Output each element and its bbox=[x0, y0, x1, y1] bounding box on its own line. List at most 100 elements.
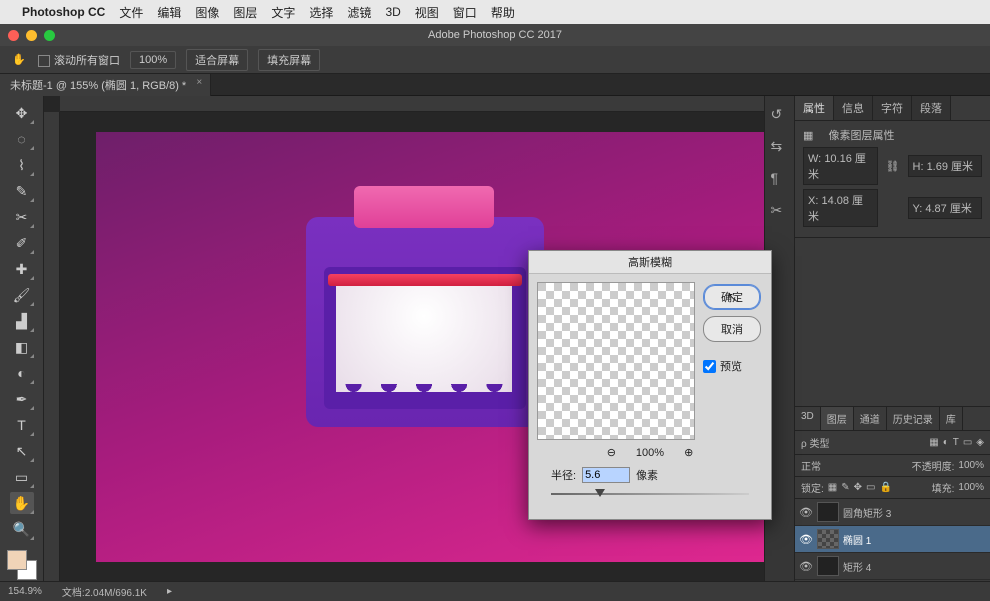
tab-3d[interactable]: 3D bbox=[795, 407, 821, 430]
menu-3d[interactable]: 3D bbox=[385, 5, 400, 19]
close-tab-icon[interactable]: × bbox=[196, 77, 202, 88]
lasso-tool[interactable]: ⌇ bbox=[10, 154, 34, 176]
right-panels: 属性 信息 字符 段落 ▦ 像素图层属性 W: 10.16 厘米 ⛓ H: 1.… bbox=[794, 96, 990, 601]
close-window-icon[interactable] bbox=[8, 30, 19, 41]
tab-layers[interactable]: 图层 bbox=[821, 407, 854, 430]
history-icon[interactable]: ↺ bbox=[771, 106, 789, 124]
y-field[interactable]: Y: 4.87 厘米 bbox=[908, 197, 983, 219]
hand-tool[interactable]: ✋ bbox=[10, 492, 34, 514]
fill-screen-button[interactable]: 填充屏幕 bbox=[258, 49, 320, 71]
foreground-color[interactable] bbox=[7, 550, 27, 570]
path-tool[interactable]: ↖ bbox=[10, 440, 34, 462]
brush-tool[interactable]: 🖌 bbox=[10, 284, 34, 306]
blend-mode-select[interactable]: 正常 bbox=[801, 458, 821, 473]
layer-row[interactable]: 👁矩形 4 bbox=[795, 553, 990, 580]
lock-paint-icon[interactable]: ✎ bbox=[841, 482, 849, 493]
fit-screen-button[interactable]: 适合屏幕 bbox=[186, 49, 248, 71]
app-name[interactable]: Photoshop CC bbox=[22, 5, 105, 19]
tab-channels[interactable]: 通道 bbox=[854, 407, 887, 430]
blur-preview[interactable] bbox=[537, 282, 695, 440]
zoom-out-icon[interactable]: ⊖ bbox=[607, 446, 616, 459]
visibility-icon[interactable]: 👁 bbox=[799, 533, 813, 546]
menu-edit[interactable]: 编辑 bbox=[157, 4, 181, 21]
lock-label: 锁定: bbox=[801, 480, 824, 495]
tab-info[interactable]: 信息 bbox=[834, 96, 873, 120]
adjustments-icon[interactable]: ⇆ bbox=[771, 138, 789, 156]
ruler-vertical[interactable] bbox=[44, 112, 60, 601]
hand-tool-icon[interactable]: ✋ bbox=[10, 51, 28, 69]
filter-pixel-icon[interactable]: ▦ bbox=[929, 437, 938, 448]
ruler-horizontal[interactable] bbox=[60, 96, 764, 112]
mac-menubar: Photoshop CC 文件 编辑 图像 图层 文字 选择 滤镜 3D 视图 … bbox=[0, 0, 990, 24]
artwork-paper bbox=[336, 284, 512, 392]
artwork-lid bbox=[354, 186, 494, 228]
zoom-in-icon[interactable]: ⊕ bbox=[684, 446, 693, 459]
menu-image[interactable]: 图像 bbox=[195, 4, 219, 21]
radius-slider[interactable] bbox=[551, 487, 749, 501]
zoom-100-button[interactable]: 100% bbox=[130, 51, 176, 69]
status-chevron-icon[interactable]: ▸ bbox=[167, 586, 172, 597]
opacity-value[interactable]: 100% bbox=[958, 460, 984, 471]
cancel-button[interactable]: 取消 bbox=[703, 316, 761, 342]
scroll-all-option[interactable]: 滚动所有窗口 bbox=[38, 52, 120, 68]
height-field[interactable]: H: 1.69 厘米 bbox=[908, 155, 983, 177]
tab-properties[interactable]: 属性 bbox=[795, 96, 834, 120]
crop-tool[interactable]: ✂ bbox=[10, 206, 34, 228]
healingbrush-tool[interactable]: ✚ bbox=[10, 258, 34, 280]
filter-adjust-icon[interactable]: ◐ bbox=[943, 437, 949, 448]
menu-view[interactable]: 视图 bbox=[415, 4, 439, 21]
ok-button[interactable]: 确定 ↖ bbox=[703, 284, 761, 310]
tab-paragraph[interactable]: 段落 bbox=[912, 96, 951, 120]
zoom-tool[interactable]: 🔍 bbox=[10, 518, 34, 540]
lock-transparent-icon[interactable]: ▦ bbox=[828, 482, 837, 493]
layer-row[interactable]: 👁圆角矩形 3 bbox=[795, 499, 990, 526]
x-field[interactable]: X: 14.08 厘米 bbox=[803, 189, 878, 227]
filter-shape-icon[interactable]: ▭ bbox=[963, 437, 972, 448]
tab-character[interactable]: 字符 bbox=[873, 96, 912, 120]
dialog-title: 高斯模糊 bbox=[529, 251, 771, 274]
paragraph-icon[interactable]: ¶ bbox=[771, 170, 789, 188]
visibility-icon[interactable]: 👁 bbox=[799, 506, 813, 519]
width-field[interactable]: W: 10.16 厘米 bbox=[803, 147, 878, 185]
pen-tool[interactable]: ✒ bbox=[10, 388, 34, 410]
gradient-tool[interactable]: ◐ bbox=[10, 362, 34, 384]
marquee-tool[interactable]: ◌ bbox=[10, 128, 34, 150]
menu-select[interactable]: 选择 bbox=[309, 4, 333, 21]
menu-type[interactable]: 文字 bbox=[271, 4, 295, 21]
zoom-window-icon[interactable] bbox=[44, 30, 55, 41]
shape-tool[interactable]: ▭ bbox=[10, 466, 34, 488]
move-tool[interactable]: ✥ bbox=[10, 102, 34, 124]
clone-tool[interactable]: ▟ bbox=[10, 310, 34, 332]
doc-size[interactable]: 文档:2.04M/696.1K bbox=[62, 584, 147, 599]
lock-all-icon[interactable]: 🔒 bbox=[879, 482, 891, 493]
quickselect-tool[interactable]: ✎ bbox=[10, 180, 34, 202]
tab-libraries[interactable]: 库 bbox=[940, 407, 963, 430]
filter-type-icon[interactable]: T bbox=[953, 437, 959, 448]
eraser-tool[interactable]: ◧ bbox=[10, 336, 34, 358]
tab-history[interactable]: 历史记录 bbox=[887, 407, 940, 430]
link-wh-icon[interactable]: ⛓ bbox=[884, 160, 902, 173]
layer-kind-filter[interactable]: ρ 类型 bbox=[801, 435, 829, 450]
menu-file[interactable]: 文件 bbox=[119, 4, 143, 21]
document-tab[interactable]: 未标题-1 @ 155% (椭圆 1, RGB/8) * × bbox=[0, 74, 211, 96]
visibility-icon[interactable]: 👁 bbox=[799, 560, 813, 573]
lock-artboard-icon[interactable]: ▭ bbox=[866, 482, 875, 493]
layer-row[interactable]: 👁椭圆 1 bbox=[795, 526, 990, 553]
fill-value[interactable]: 100% bbox=[958, 482, 984, 493]
filter-smart-icon[interactable]: ◈ bbox=[976, 437, 984, 448]
type-tool[interactable]: T bbox=[10, 414, 34, 436]
zoom-level[interactable]: 154.9% bbox=[8, 586, 42, 597]
menu-filter[interactable]: 滤镜 bbox=[347, 4, 371, 21]
menu-help[interactable]: 帮助 bbox=[491, 4, 515, 21]
lock-position-icon[interactable]: ✥ bbox=[854, 482, 862, 493]
menu-layer[interactable]: 图层 bbox=[233, 4, 257, 21]
minimize-window-icon[interactable] bbox=[26, 30, 37, 41]
color-swatches[interactable] bbox=[7, 550, 37, 580]
menu-window[interactable]: 窗口 bbox=[453, 4, 477, 21]
pixel-layer-icon: ▦ bbox=[803, 129, 813, 142]
preview-checkbox[interactable]: 预览 bbox=[703, 358, 761, 374]
opacity-label: 不透明度: bbox=[912, 458, 955, 473]
radius-input[interactable] bbox=[582, 467, 630, 483]
eyedropper-tool[interactable]: ✐ bbox=[10, 232, 34, 254]
brush-panel-icon[interactable]: ✂ bbox=[771, 202, 789, 220]
